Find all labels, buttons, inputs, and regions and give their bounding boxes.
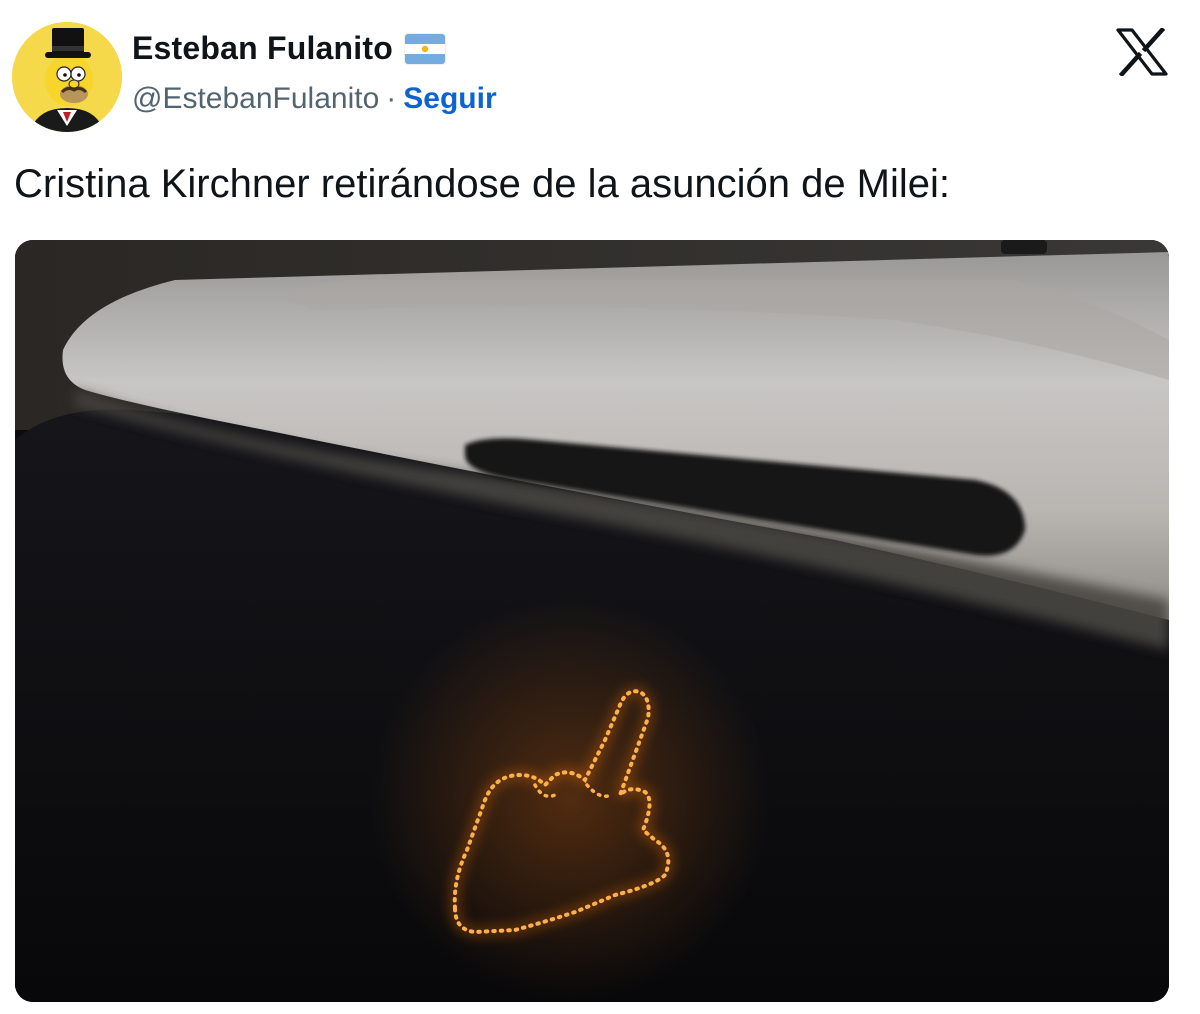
- car-rear-led-image: [15, 240, 1169, 1002]
- author-display-name[interactable]: Esteban Fulanito: [132, 30, 393, 67]
- x-logo-icon[interactable]: [1116, 26, 1168, 78]
- author-handle-row: @EstebanFulanito · Seguir: [132, 82, 497, 116]
- handle-separator: ·: [386, 82, 397, 115]
- avatar[interactable]: [12, 22, 122, 132]
- tweet-text: Cristina Kirchner retirándose de la asun…: [14, 162, 951, 206]
- avatar-image: [12, 22, 122, 132]
- tweet-card: Esteban Fulanito @EstebanFulanito · Segu…: [0, 0, 1200, 1014]
- follow-link[interactable]: Seguir: [403, 82, 496, 116]
- author-handle[interactable]: @EstebanFulanito: [132, 82, 379, 116]
- tweet-media[interactable]: [15, 240, 1169, 1002]
- author-name-row: Esteban Fulanito: [132, 30, 445, 67]
- argentina-flag-icon: [405, 33, 445, 64]
